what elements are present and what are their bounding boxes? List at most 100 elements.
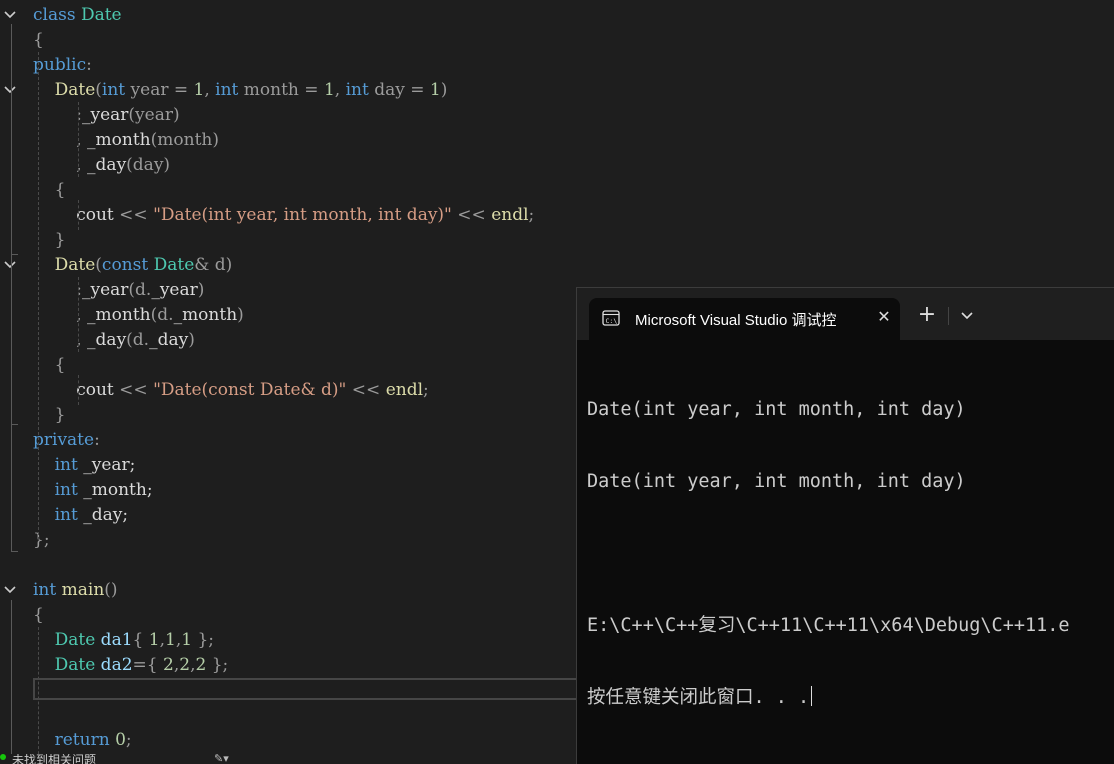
terminal-window[interactable]: C:\ Microsoft Visual Studio 调试控 ✕ + Date… — [576, 287, 1114, 764]
terminal-tab[interactable]: C:\ Microsoft Visual Studio 调试控 ✕ — [589, 298, 900, 340]
code-line-text: { — [33, 603, 44, 628]
code-token: (month) — [150, 130, 219, 150]
code-line[interactable]: { — [0, 28, 1114, 53]
close-icon[interactable]: ✕ — [875, 308, 893, 326]
fold-chevron-down-icon[interactable] — [3, 258, 17, 272]
code-token: (d. — [128, 280, 152, 300]
code-token: main — [56, 580, 105, 600]
tab-separator — [948, 307, 949, 325]
code-token: cout — [33, 380, 120, 400]
code-token: Date — [33, 80, 96, 100]
code-line[interactable]: public: — [0, 53, 1114, 78]
code-token: int — [33, 505, 78, 525]
code-line[interactable]: class Date — [0, 3, 1114, 28]
code-token: ; — [528, 205, 535, 225]
terminal-tab-bar: C:\ Microsoft Visual Studio 调试控 ✕ + — [577, 288, 1114, 340]
chevron-down-icon[interactable] — [959, 305, 975, 325]
status-text[interactable]: 未找到相关问题 — [12, 754, 96, 764]
terminal-output-line: Date(int year, int month, int day) — [587, 471, 966, 492]
code-line-text: return 0; — [33, 728, 132, 753]
code-token: "Date(int year, int month, int day)" — [153, 205, 452, 225]
code-token: << — [119, 380, 154, 400]
code-line[interactable]: { — [0, 178, 1114, 203]
text-cursor — [811, 686, 813, 706]
current-line-highlight — [33, 678, 578, 700]
code-token: ( — [95, 255, 102, 275]
code-token: _year — [81, 280, 129, 300]
code-token: 1 — [323, 80, 335, 100]
code-token: ) — [440, 80, 448, 100]
indent-guide — [38, 52, 39, 540]
code-token: ; — [125, 730, 132, 750]
code-line[interactable]: , _month(month) — [0, 128, 1114, 153]
code-token: (day) — [126, 155, 171, 175]
brush-icon[interactable]: ✎▾ — [214, 754, 230, 764]
indent-guide — [78, 102, 79, 177]
code-token: _year — [81, 105, 129, 125]
code-token: { — [132, 630, 149, 650]
code-token: int — [33, 580, 57, 600]
code-token: endl — [491, 205, 529, 225]
code-token: () — [104, 580, 118, 600]
code-line-text: public: — [33, 53, 92, 78]
code-token: _day — [87, 155, 127, 175]
code-line[interactable]: , _day(day) — [0, 153, 1114, 178]
code-token: int — [101, 80, 126, 100]
code-line-text: Date(int year = 1, int month = 1, int da… — [33, 78, 448, 103]
code-token: return — [33, 730, 116, 750]
code-token: const — [101, 255, 154, 275]
code-token: _year — [151, 280, 198, 300]
code-token: _month; — [77, 480, 153, 500]
code-token: Date — [33, 255, 96, 275]
code-token: cout — [33, 205, 120, 225]
terminal-output-line: Date(int year, int month, int day) — [587, 399, 966, 420]
code-line[interactable]: :_year(year) — [0, 103, 1114, 128]
outline-bar-end — [11, 551, 18, 552]
code-line-text: , _month(month) — [33, 128, 219, 153]
code-token: int — [215, 80, 239, 100]
code-token: _month — [87, 305, 151, 325]
code-line-text: , _day(d._day) — [33, 328, 195, 353]
code-line-text: int _month; — [33, 478, 153, 503]
code-token: << — [346, 380, 386, 400]
code-token: int — [33, 480, 78, 500]
code-line-text: int main() — [33, 578, 118, 603]
code-token: int — [33, 455, 78, 475]
code-line-text: Date da2={ 2,2,2 }; — [33, 653, 229, 678]
code-token: da2 — [95, 655, 133, 675]
code-line-text: int _year; — [33, 453, 136, 478]
code-line[interactable]: } — [0, 228, 1114, 253]
code-token: day = — [368, 80, 430, 100]
terminal-output[interactable]: Date(int year, int month, int day) Date(… — [587, 350, 1070, 758]
terminal-tab-title: Microsoft Visual Studio 调试控 — [635, 312, 837, 329]
indent-guide — [78, 200, 79, 230]
code-token: , — [334, 80, 346, 100]
code-token: { — [33, 30, 44, 50]
code-line-text: cout << "Date(const Date& d)" << endl; — [33, 378, 429, 403]
code-token: _day — [87, 330, 127, 350]
svg-text:C:\: C:\ — [606, 317, 618, 325]
fold-chevron-down-icon[interactable] — [3, 83, 17, 97]
fold-chevron-down-icon[interactable] — [3, 8, 17, 22]
code-token: 1 — [165, 630, 176, 650]
code-token: }; — [192, 630, 215, 650]
code-token: _month — [173, 305, 238, 325]
new-tab-button[interactable]: + — [917, 304, 937, 326]
code-token: & d) — [194, 255, 233, 275]
code-line-text: }; — [33, 528, 50, 553]
console-app-icon: C:\ — [602, 310, 620, 326]
code-token: _day; — [77, 505, 129, 525]
code-line[interactable]: cout << "Date(int year, int month, int d… — [0, 203, 1114, 228]
code-token: 1 — [429, 80, 441, 100]
code-token: 1 — [148, 630, 160, 650]
code-token: 2 — [163, 655, 174, 675]
code-line[interactable]: Date(int year = 1, int month = 1, int da… — [0, 78, 1114, 103]
fold-chevron-down-icon[interactable] — [3, 583, 17, 597]
code-token: (d. — [126, 330, 150, 350]
code-token: year = — [125, 80, 194, 100]
code-token: ( — [95, 80, 102, 100]
code-line[interactable]: Date(const Date& d) — [0, 253, 1114, 278]
code-line-text: cout << "Date(int year, int month, int d… — [33, 203, 534, 228]
code-token: : — [33, 105, 82, 125]
code-token: , — [204, 80, 216, 100]
